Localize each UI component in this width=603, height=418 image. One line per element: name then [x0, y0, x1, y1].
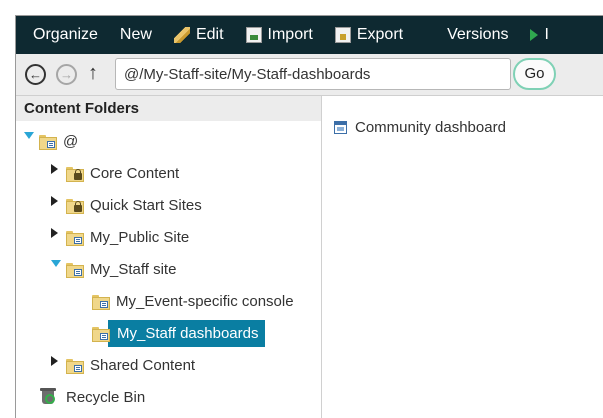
tree-item-label: My_Staff dashboards [117, 324, 259, 342]
dashboard-folder-icon [92, 294, 110, 310]
edit-button[interactable]: Edit [163, 16, 235, 54]
pencil-icon [173, 27, 190, 43]
tree-item-recycle-bin[interactable]: Recycle Bin [40, 382, 146, 412]
panel-title: Content Folders [16, 96, 321, 121]
up-button[interactable]: ↑ [88, 63, 98, 83]
path-input[interactable] [115, 58, 511, 90]
list-item-label: Community dashboard [355, 118, 506, 136]
folder-icon [39, 134, 57, 150]
import-button[interactable]: Import [235, 16, 324, 54]
organize-button[interactable]: Organize [22, 16, 109, 54]
tree-item-root[interactable]: @ [24, 126, 78, 156]
tree-item-my-public-site[interactable]: My_Public Site [51, 222, 189, 252]
collapse-arrow-icon[interactable] [51, 196, 58, 206]
tree-item-label: My_Public Site [90, 228, 190, 246]
locked-folder-icon [66, 166, 84, 182]
run-button[interactable]: I [519, 16, 549, 54]
run-label: I [544, 26, 549, 43]
selected-highlight[interactable]: My_Staff dashboards [108, 319, 266, 347]
versions-icon [425, 27, 441, 43]
collapse-arrow-icon[interactable] [51, 164, 58, 174]
tree-item-shared-content[interactable]: Shared Content [51, 350, 195, 380]
content-list-panel: Community dashboard [322, 96, 603, 418]
up-arrow-icon: ↑ [88, 62, 98, 84]
versions-button[interactable]: Versions [414, 16, 519, 54]
list-item-community-dashboard[interactable]: Community dashboard [334, 116, 506, 138]
address-bar: ← → ↑ Go [16, 54, 603, 96]
tree-item-label: Core Content [90, 164, 180, 182]
dashboard-icon [334, 120, 347, 134]
back-button[interactable]: ← [25, 64, 46, 85]
forward-arrow-icon: → [60, 67, 73, 82]
tree-item-my-staff-dashboards[interactable]: My_Staff dashboards [92, 318, 266, 348]
expand-arrow-icon[interactable] [51, 260, 61, 267]
tree-item-my-event-specific-console[interactable]: My_Event-specific console [92, 286, 294, 316]
tree-item-label: Quick Start Sites [90, 196, 202, 214]
back-arrow-icon: ← [29, 67, 42, 82]
collapse-arrow-icon[interactable] [51, 228, 58, 238]
toolbar: Organize New Edit Import Export Versions… [16, 16, 603, 54]
tree-item-label: My_Staff site [90, 260, 177, 278]
site-folder-icon [66, 230, 84, 246]
import-label: Import [267, 26, 313, 43]
tree-item-label: My_Event-specific console [116, 292, 294, 310]
tree-item-core-content[interactable]: Core Content [51, 158, 179, 188]
export-label: Export [356, 26, 404, 43]
collapse-arrow-icon[interactable] [51, 356, 58, 366]
tree-item-label: Recycle Bin [66, 388, 146, 406]
recycle-bin-icon [40, 388, 56, 404]
content-manager-window: Organize New Edit Import Export Versions… [15, 15, 603, 418]
edit-label: Edit [195, 26, 224, 43]
tree-item-quick-start-sites[interactable]: Quick Start Sites [51, 190, 202, 220]
site-folder-icon [66, 262, 84, 278]
organize-label: Organize [33, 26, 98, 43]
new-label: New [119, 26, 152, 43]
content-folders-panel: Content Folders @ Core Content Quick Sta… [16, 96, 322, 418]
expand-arrow-icon[interactable] [24, 132, 34, 139]
site-folder-icon [66, 358, 84, 374]
export-button[interactable]: Export [324, 16, 414, 54]
dashboard-folder-icon [92, 326, 110, 342]
tree-item-my-staff-site[interactable]: My_Staff site [51, 254, 176, 284]
tree-item-label: @ [63, 132, 79, 150]
new-button[interactable]: New [109, 16, 163, 54]
import-icon [245, 27, 262, 43]
tree-item-label: Shared Content [90, 356, 196, 374]
export-icon [334, 27, 351, 43]
go-button[interactable]: Go [513, 58, 556, 90]
play-icon [530, 29, 539, 41]
forward-button[interactable]: → [56, 64, 77, 85]
versions-label: Versions [447, 26, 509, 43]
locked-folder-icon [66, 198, 84, 214]
